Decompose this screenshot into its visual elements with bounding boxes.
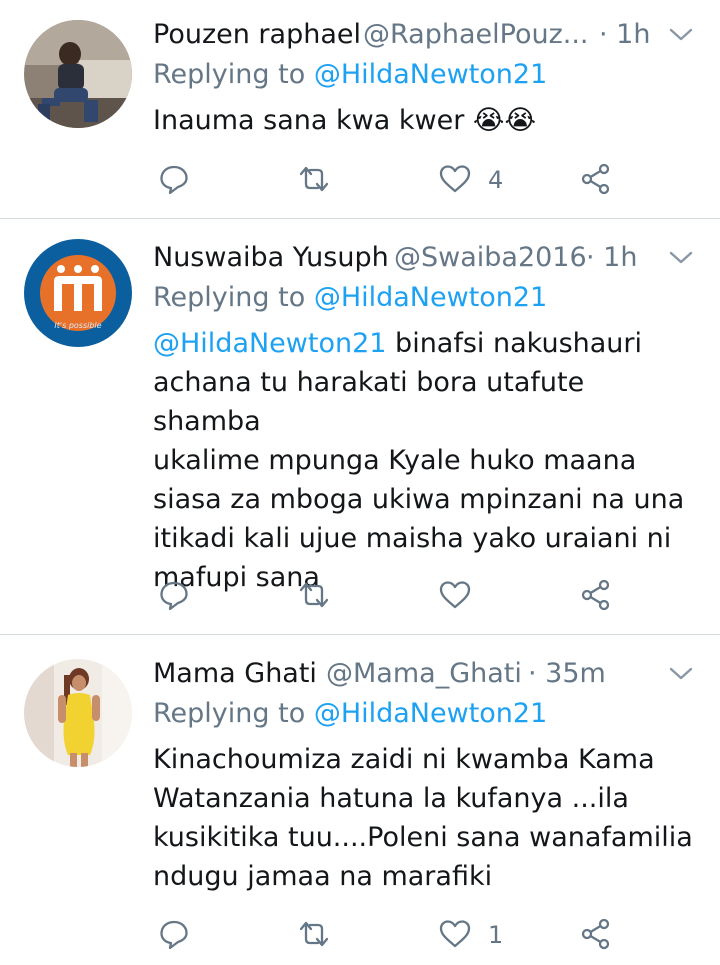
share-button[interactable] [580, 576, 620, 616]
text-line: Kinachoumiza zaidi ni kwamba Kama [153, 744, 655, 775]
avatar[interactable]: It's possible [24, 239, 132, 347]
user-handle[interactable]: @RaphaelPouz... [363, 17, 589, 53]
text-line: ukalime mpunga Kyale huko maana [153, 445, 637, 476]
tweet-1[interactable]: Pouzen raphael @RaphaelPouz... · 1h Repl… [0, 0, 720, 218]
tweet-3[interactable]: Mama Ghati @Mama_Ghati · 35m Replying to… [0, 635, 720, 965]
like-icon [439, 165, 471, 193]
user-handle[interactable]: @Mama_Ghati [326, 656, 522, 692]
text-line: itikadi kali ujue maisha yako uraiani ni [153, 523, 672, 554]
like-button[interactable] [438, 576, 518, 616]
like-button[interactable]: 1 [438, 915, 518, 955]
tweet-actions [0, 576, 720, 616]
mention-link[interactable]: @HildaNewton21 [314, 59, 547, 90]
timestamp[interactable]: · 1h [586, 240, 637, 276]
display-name[interactable]: Nuswaiba Yusuph [153, 240, 389, 276]
mention-link[interactable]: @HildaNewton21 [314, 282, 547, 313]
retweet-icon [299, 921, 329, 947]
replying-to: Replying to @HildaNewton21 [153, 280, 547, 316]
timestamp[interactable]: · 35m [528, 656, 606, 692]
retweet-button[interactable] [296, 160, 336, 200]
like-count: 1 [488, 921, 504, 949]
text-line: siasa za mboga ukiwa mpinzani na una [153, 484, 685, 515]
share-icon [581, 918, 610, 950]
tweet-text: @HildaNewton21 binafsi nakushauri achana… [153, 324, 693, 597]
reply-button[interactable] [158, 915, 198, 955]
tweet-text: Kinachoumiza zaidi ni kwamba Kama Watanz… [153, 740, 693, 896]
text-line: @HildaNewton21 binafsi nakushauri [153, 324, 693, 363]
user-handle[interactable]: @Swaiba2016 [394, 240, 587, 276]
mention-link[interactable]: @HildaNewton21 [314, 698, 547, 729]
avatar[interactable] [24, 659, 132, 767]
replying-to: Replying to @HildaNewton21 [153, 696, 547, 732]
avatar-logo [24, 239, 132, 347]
reply-icon [160, 920, 188, 950]
mention-link[interactable]: @HildaNewton21 [153, 328, 386, 359]
avatar-photo [24, 659, 132, 767]
chevron-down-icon[interactable] [668, 25, 694, 45]
avatar-caption: It's possible [54, 321, 102, 330]
display-name[interactable]: Mama Ghati [153, 656, 317, 692]
avatar[interactable] [24, 20, 132, 128]
text-line-rest: binafsi nakushauri [386, 328, 643, 359]
crying-emoji: 😭😭 [472, 105, 536, 136]
avatar-photo [24, 20, 132, 128]
reply-button[interactable] [158, 160, 198, 200]
replying-to: Replying to @HildaNewton21 [153, 57, 547, 93]
text-line: ndugu jamaa na marafiki [153, 861, 493, 892]
retweet-icon [299, 166, 329, 192]
replying-to-label: Replying to [153, 282, 314, 313]
text-line: kusikitika tuu....Poleni sana wanafamili… [153, 822, 693, 853]
chevron-down-icon[interactable] [668, 664, 694, 684]
tweet-2[interactable]: It's possible Nuswaiba Yusuph @Swaiba201… [0, 219, 720, 634]
share-button[interactable] [580, 160, 620, 200]
chevron-down-icon[interactable] [668, 248, 694, 268]
text-line: achana tu harakati bora utafute shamba [153, 367, 585, 437]
retweet-button[interactable] [296, 576, 336, 616]
text-line: Watanzania hatuna la kufanya ...ila [153, 783, 629, 814]
like-button[interactable]: 4 [438, 160, 518, 200]
display-name[interactable]: Pouzen raphael [153, 17, 361, 53]
tweet-actions: 4 [0, 160, 720, 200]
replying-to-label: Replying to [153, 59, 314, 90]
reply-icon [160, 165, 188, 195]
retweet-icon [299, 582, 329, 608]
like-icon [439, 920, 471, 948]
tweet-text-content: Inauma sana kwa kwer [153, 105, 465, 136]
like-count: 4 [488, 166, 504, 194]
like-icon [439, 581, 471, 609]
tweet-actions: 1 [0, 915, 720, 955]
share-icon [581, 579, 610, 611]
share-icon [581, 163, 610, 195]
share-button[interactable] [580, 915, 620, 955]
reply-button[interactable] [158, 576, 198, 616]
retweet-button[interactable] [296, 915, 336, 955]
reply-icon [160, 581, 188, 611]
tweet-text: Inauma sana kwa kwer 😭😭 [153, 101, 693, 140]
timestamp[interactable]: · 1h [599, 17, 650, 53]
replying-to-label: Replying to [153, 698, 314, 729]
